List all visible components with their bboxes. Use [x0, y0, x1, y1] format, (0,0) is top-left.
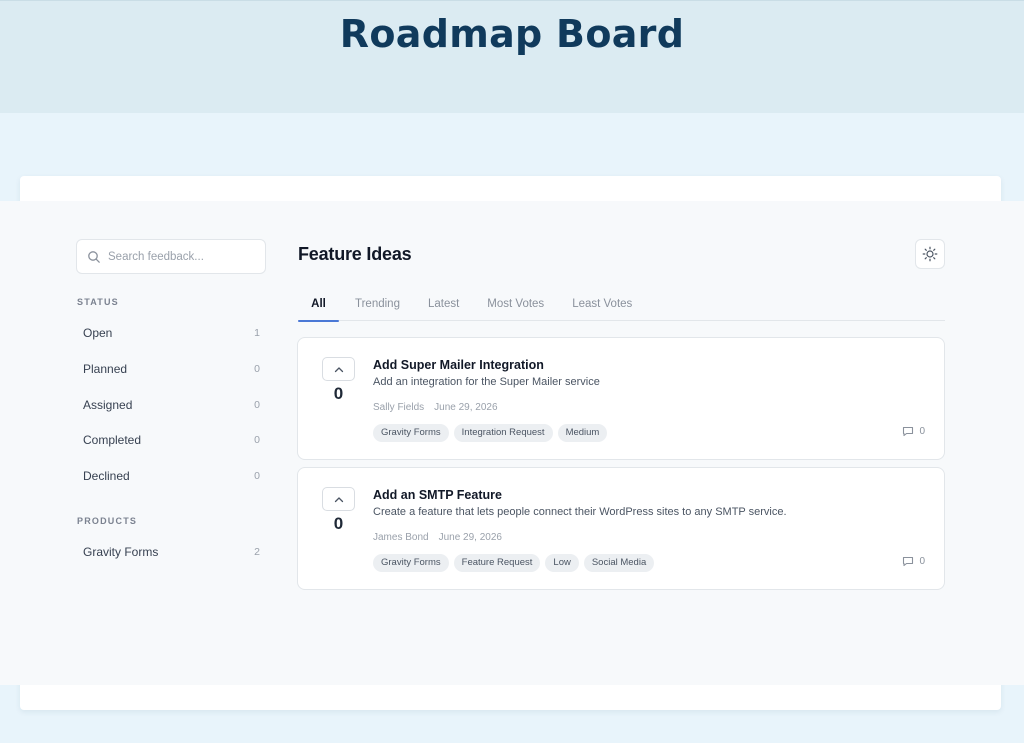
theme-toggle-button[interactable]	[915, 239, 945, 269]
sidebar-item-completed[interactable]: Completed 0	[76, 425, 266, 455]
tab-least-votes[interactable]: Least Votes	[558, 288, 646, 321]
comment-icon	[902, 426, 914, 437]
idea-meta: James Bond June 29, 2026	[373, 532, 502, 543]
sidebar-item-count: 2	[254, 546, 260, 558]
upvote-button[interactable]	[322, 487, 355, 511]
tab-all[interactable]: All	[298, 288, 339, 322]
sidebar-item-label: Open	[83, 326, 113, 340]
sidebar-item-count: 1	[254, 327, 260, 339]
idea-author: James Bond	[373, 532, 429, 543]
search-input[interactable]	[108, 250, 258, 263]
sidebar-item-label: Assigned	[83, 398, 133, 412]
products-section-label: PRODUCTS	[77, 516, 138, 526]
idea-date: June 29, 2026	[438, 532, 502, 543]
tag: Medium	[557, 424, 608, 442]
sidebar-item-label: Gravity Forms	[83, 545, 159, 559]
tab-latest[interactable]: Latest	[414, 288, 473, 321]
status-section-label: STATUS	[77, 297, 119, 307]
sidebar-item-count: 0	[254, 470, 260, 482]
idea-tags: Gravity Forms Integration Request Medium	[373, 424, 608, 442]
sidebar-item-gravity-forms[interactable]: Gravity Forms 2	[76, 537, 266, 567]
idea-date: June 29, 2026	[434, 402, 498, 413]
sidebar-item-planned[interactable]: Planned 0	[76, 354, 266, 384]
tag: Gravity Forms	[373, 424, 449, 442]
idea-title[interactable]: Add an SMTP Feature	[373, 488, 502, 502]
comments-button[interactable]: 0	[902, 426, 925, 437]
tab-trending[interactable]: Trending	[341, 288, 414, 321]
search-icon	[87, 250, 101, 264]
upvote-button[interactable]	[322, 357, 355, 381]
vote-count: 0	[333, 514, 344, 533]
comment-count: 0	[919, 426, 925, 437]
sidebar-item-label: Completed	[83, 433, 142, 447]
idea-description: Create a feature that lets people connec…	[373, 506, 787, 518]
sidebar-item-open[interactable]: Open 1	[76, 318, 266, 348]
sidebar-item-count: 0	[254, 434, 260, 446]
sun-icon	[922, 246, 938, 262]
idea-tags: Gravity Forms Feature Request Low Social…	[373, 554, 655, 572]
idea-author: Sally Fields	[373, 402, 425, 413]
page-title: Roadmap Board	[339, 12, 685, 56]
tag: Low	[545, 554, 579, 572]
section-title: Feature Ideas	[298, 244, 412, 264]
comment-count: 0	[919, 556, 925, 567]
idea-card[interactable]: 0 Add Super Mailer Integration Add an in…	[297, 337, 945, 460]
sidebar-item-assigned[interactable]: Assigned 0	[76, 390, 266, 420]
filter-tabs: All Trending Latest Most Votes Least Vot…	[298, 288, 945, 322]
tag: Gravity Forms	[373, 554, 449, 572]
idea-meta: Sally Fields June 29, 2026	[373, 402, 498, 413]
search-box[interactable]	[76, 239, 266, 274]
sidebar-item-label: Planned	[83, 362, 128, 376]
tag: Social Media	[583, 554, 655, 572]
tag: Feature Request	[453, 554, 541, 572]
idea-title[interactable]: Add Super Mailer Integration	[373, 358, 544, 372]
sidebar-item-count: 0	[254, 399, 260, 411]
vote-count: 0	[333, 384, 344, 403]
comments-button[interactable]: 0	[902, 556, 925, 567]
tab-most-votes[interactable]: Most Votes	[473, 288, 558, 321]
sidebar-item-count: 0	[254, 363, 260, 375]
sidebar-item-declined[interactable]: Declined 0	[76, 461, 266, 491]
chevron-up-icon	[334, 366, 344, 373]
tag: Integration Request	[453, 424, 553, 442]
idea-description: Add an integration for the Super Mailer …	[373, 376, 600, 388]
idea-card[interactable]: 0 Add an SMTP Feature Create a feature t…	[297, 467, 945, 590]
sidebar-item-label: Declined	[83, 469, 130, 483]
chevron-up-icon	[334, 496, 344, 503]
comment-icon	[902, 556, 914, 567]
